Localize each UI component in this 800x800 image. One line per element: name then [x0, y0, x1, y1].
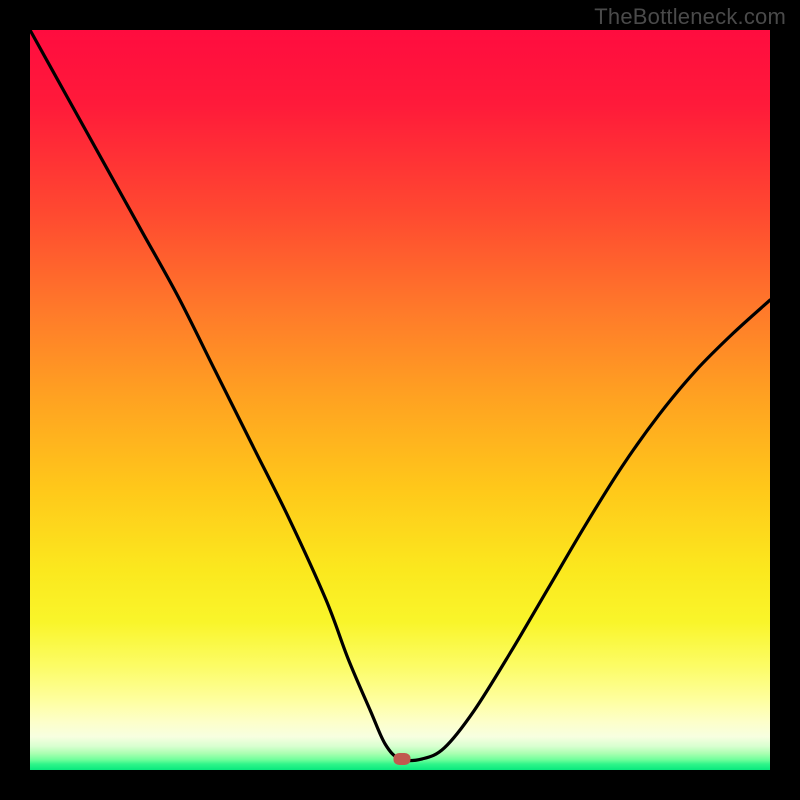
- plot-area: [30, 30, 770, 770]
- bottleneck-curve: [30, 30, 770, 770]
- chart-frame: TheBottleneck.com: [0, 0, 800, 800]
- optimal-point-marker: [394, 753, 411, 765]
- watermark-text: TheBottleneck.com: [594, 4, 786, 30]
